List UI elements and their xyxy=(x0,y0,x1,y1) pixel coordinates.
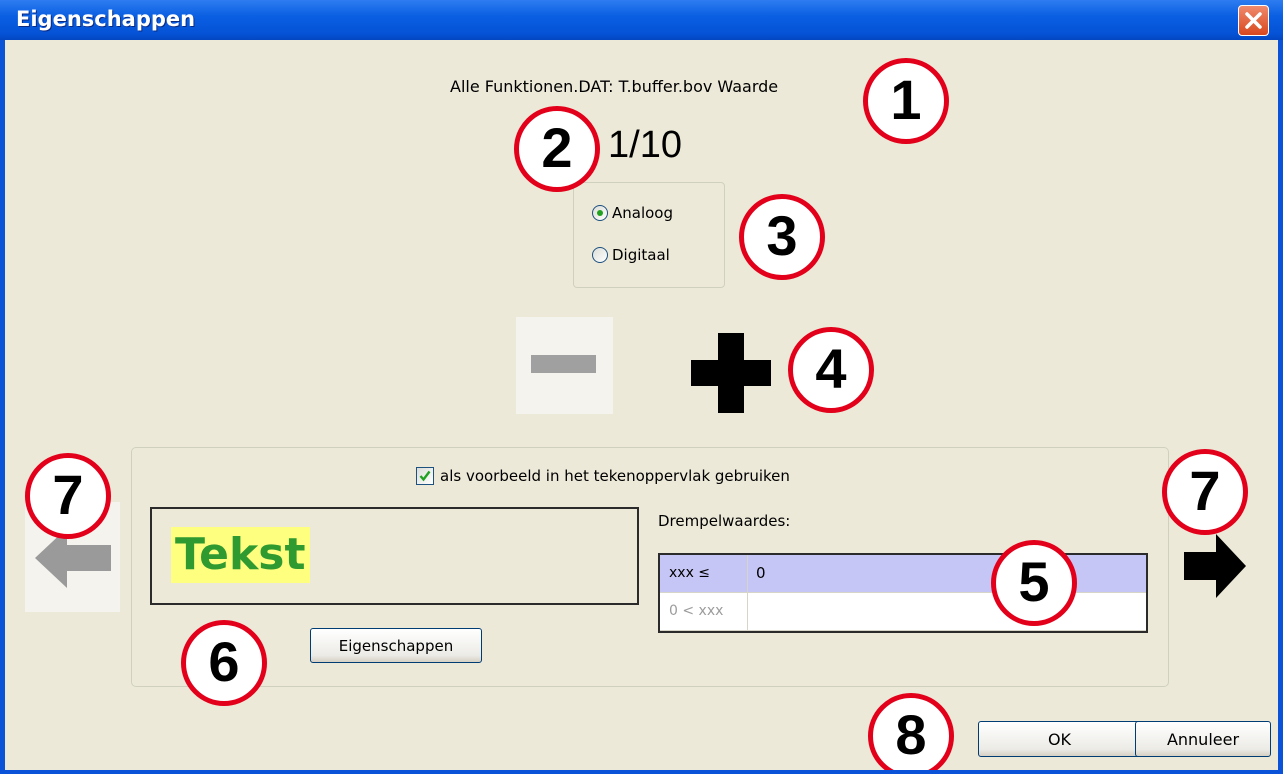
callout-4: 4 xyxy=(788,327,874,413)
radio-option-analoog[interactable]: Analoog xyxy=(592,204,673,222)
properties-dialog: Eigenschappen Alle Funktionen.DAT: T.buf… xyxy=(0,0,1283,774)
radio-button-analoog[interactable] xyxy=(592,205,608,221)
callout-1: 1 xyxy=(863,58,949,144)
callout-5: 5 xyxy=(991,540,1077,626)
next-button[interactable] xyxy=(1182,531,1248,601)
remove-button[interactable] xyxy=(516,317,613,414)
callout-8: 8 xyxy=(868,693,954,770)
window-title: Eigenschappen xyxy=(16,7,196,31)
close-icon xyxy=(1245,12,1262,29)
cancel-button[interactable]: Annuleer xyxy=(1135,721,1271,757)
radio-button-digitaal[interactable] xyxy=(592,247,608,263)
close-button[interactable] xyxy=(1238,5,1269,36)
properties-button[interactable]: Eigenschappen xyxy=(310,628,482,663)
callout-7-right: 7 xyxy=(1162,449,1248,535)
dialog-client-area: Alle Funktionen.DAT: T.buffer.bov Waarde… xyxy=(5,40,1278,770)
title-bar[interactable]: Eigenschappen xyxy=(0,0,1283,40)
threshold-condition: xxx ≤ xyxy=(660,555,748,592)
header-text: Alle Funktionen.DAT: T.buffer.bov Waarde xyxy=(450,77,779,96)
radio-selected-dot xyxy=(597,210,603,216)
preview-text: Tekst xyxy=(171,527,310,583)
threshold-value[interactable]: 0 xyxy=(756,564,766,582)
page-counter: 1/10 xyxy=(608,124,682,166)
add-button[interactable] xyxy=(691,333,771,413)
mode-radio-group: Analoog Digitaal xyxy=(573,182,725,288)
use-as-example-label: als voorbeeld in het tekenoppervlak gebr… xyxy=(440,467,790,485)
text-preview-box: Tekst xyxy=(150,507,639,605)
callout-3: 3 xyxy=(739,194,825,280)
arrow-right-icon xyxy=(1184,534,1246,598)
callout-6: 6 xyxy=(181,620,267,706)
use-as-example-checkbox[interactable] xyxy=(416,467,434,485)
thresholds-label: Drempelwaardes: xyxy=(658,512,791,530)
threshold-condition: 0 < xxx xyxy=(660,593,748,630)
ok-button[interactable]: OK xyxy=(978,721,1141,757)
callout-2: 2 xyxy=(514,106,600,192)
minus-icon xyxy=(531,355,596,373)
checkmark-icon xyxy=(419,470,431,482)
radio-label-analoog: Analoog xyxy=(612,204,674,222)
use-as-example-option[interactable]: als voorbeeld in het tekenoppervlak gebr… xyxy=(416,467,790,485)
callout-7-left: 7 xyxy=(25,453,111,539)
radio-option-digitaal[interactable]: Digitaal xyxy=(592,246,670,264)
radio-label-digitaal: Digitaal xyxy=(612,246,670,264)
